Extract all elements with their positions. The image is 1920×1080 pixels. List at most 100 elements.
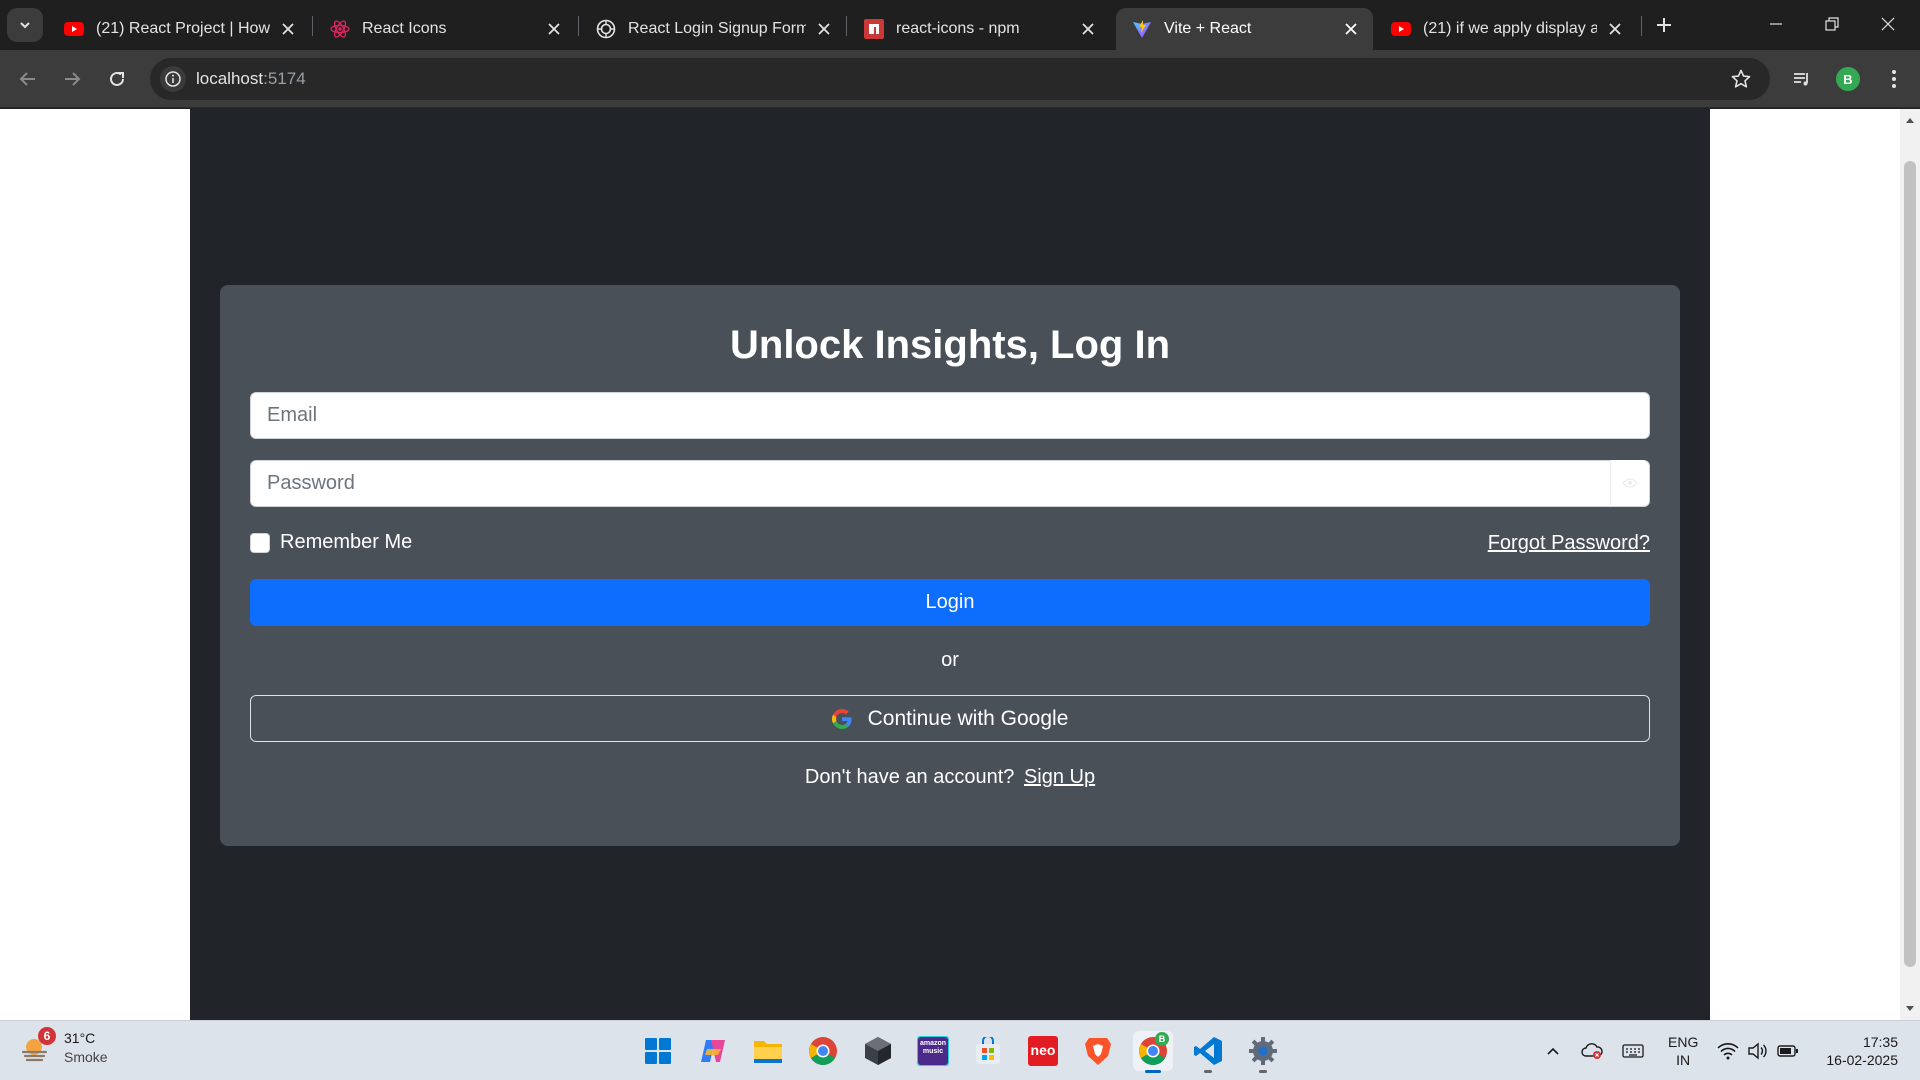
scroll-down-button[interactable] — [1900, 1000, 1920, 1018]
copilot-button[interactable] — [693, 1031, 733, 1071]
onedrive-tray-button[interactable] — [1580, 1039, 1604, 1063]
media-control-button[interactable] — [1788, 65, 1816, 93]
neo-app-button[interactable]: neo — [1023, 1031, 1063, 1071]
copilot-icon — [701, 1040, 725, 1062]
url-port: :5174 — [263, 69, 306, 88]
temperature: 31°C — [64, 1030, 96, 1046]
running-indicator — [1259, 1070, 1267, 1073]
vscode-button[interactable] — [1188, 1031, 1228, 1073]
brave-icon — [1085, 1038, 1111, 1065]
volume-button[interactable] — [1746, 1039, 1770, 1063]
vscode-icon — [1194, 1037, 1222, 1065]
remember-me[interactable]: Remember Me — [250, 531, 412, 554]
settings-button[interactable] — [1243, 1031, 1283, 1073]
close-tab-icon[interactable] — [1341, 19, 1361, 39]
browser-tab-react-icons[interactable]: React Icons — [314, 8, 576, 50]
tab-separator — [1641, 16, 1642, 36]
start-button[interactable] — [638, 1031, 678, 1071]
close-tab-icon[interactable] — [814, 19, 834, 39]
restore-icon — [1825, 17, 1839, 31]
new-tab-button[interactable] — [1650, 11, 1678, 39]
battery-icon — [1777, 1045, 1798, 1057]
weather-alert-badge: 6 — [38, 1027, 56, 1045]
bookmark-star-button[interactable] — [1730, 68, 1752, 90]
login-button[interactable]: Login — [250, 579, 1650, 626]
browser-tab-react-login-form[interactable]: React Login Signup Form — [580, 8, 846, 50]
microsoft-store-button[interactable] — [968, 1031, 1008, 1071]
browser-tab-vite-react[interactable]: Vite + React — [1116, 8, 1373, 50]
password-visibility-toggle[interactable] — [1610, 460, 1648, 505]
signup-row: Don't have an account? Sign Up — [220, 766, 1680, 789]
speaker-icon — [1748, 1042, 1767, 1060]
email-field[interactable] — [250, 392, 1650, 439]
youtube-icon — [64, 19, 84, 39]
browser-viewport: Unlock Insights, Log In Remember Me Forg… — [0, 109, 1920, 1020]
brave-button[interactable] — [1078, 1031, 1118, 1071]
google-login-label: Continue with Google — [867, 706, 1069, 730]
address-bar[interactable]: localhost:5174 — [150, 58, 1770, 100]
signup-link[interactable]: Sign Up — [1024, 766, 1095, 788]
playlist-icon — [1794, 73, 1808, 86]
windows-taskbar: 6 31°C Smoke amazon music neo B ENG IN 1… — [0, 1020, 1920, 1080]
weather-condition: Smoke — [64, 1049, 108, 1065]
tab-title: React Icons — [362, 20, 447, 37]
weather-widget[interactable]: 6 31°C Smoke — [20, 1027, 108, 1067]
reload-icon — [110, 71, 124, 86]
touch-keyboard-button[interactable] — [1621, 1039, 1645, 1063]
browser-menu-button[interactable] — [1880, 65, 1908, 93]
password-field[interactable] — [250, 460, 1650, 507]
chevron-down-icon — [20, 22, 30, 29]
language-region: IN — [1676, 1052, 1691, 1068]
login-card: Unlock Insights, Log In Remember Me Forg… — [220, 285, 1680, 846]
arrow-down-icon — [1906, 1006, 1914, 1011]
scrollbar-thumb[interactable] — [1904, 161, 1916, 967]
profile-button[interactable]: B — [1834, 65, 1862, 93]
forgot-password-link[interactable]: Forgot Password? — [1488, 532, 1650, 555]
chrome-button[interactable] — [803, 1031, 843, 1071]
clock-time: 17:35 — [1862, 1034, 1898, 1050]
close-window-button[interactable] — [1860, 0, 1916, 48]
file-explorer-icon — [754, 1041, 782, 1063]
browser-tab-react-icons-npm[interactable]: react-icons - npm — [848, 8, 1110, 50]
close-tab-icon[interactable] — [1605, 19, 1625, 39]
file-explorer-button[interactable] — [748, 1031, 788, 1071]
forward-button[interactable] — [54, 61, 90, 97]
running-indicator — [1204, 1070, 1212, 1073]
scroll-up-button[interactable] — [1900, 111, 1920, 129]
neo-label: neo — [1030, 1042, 1056, 1058]
arrow-right-icon — [65, 72, 81, 86]
chrome-profile-badge: B — [1155, 1032, 1169, 1046]
google-login-button[interactable]: Continue with Google — [250, 695, 1650, 742]
browser-toolbar: localhost:5174 B — [0, 50, 1920, 108]
site-info-button[interactable] — [160, 66, 186, 92]
language-indicator[interactable]: ENG IN — [1668, 1033, 1698, 1069]
star-icon — [1731, 69, 1751, 88]
browser-tab-youtube-display[interactable]: (21) if we apply display as — [1375, 8, 1637, 50]
tab-title: (21) if we apply display as — [1423, 20, 1597, 37]
keyboard-icon — [1622, 1044, 1644, 1058]
amazon-music-button[interactable]: amazon music — [913, 1031, 953, 1071]
close-tab-icon[interactable] — [278, 19, 298, 39]
page-scrollbar[interactable] — [1900, 109, 1920, 1020]
plus-icon — [1657, 18, 1671, 32]
back-button[interactable] — [10, 61, 46, 97]
reload-button[interactable] — [99, 61, 135, 97]
network-button[interactable] — [1716, 1039, 1740, 1063]
eye-icon — [1621, 477, 1638, 488]
avatar: B — [1836, 67, 1860, 91]
remember-me-checkbox[interactable] — [250, 532, 270, 553]
tab-search-button[interactable] — [7, 8, 43, 42]
chatgpt-icon — [596, 19, 616, 39]
restore-button[interactable] — [1804, 0, 1860, 48]
taskbar-app-button[interactable] — [858, 1031, 898, 1071]
vite-icon — [1132, 19, 1152, 39]
cloud-error-icon — [1581, 1043, 1603, 1059]
show-hidden-icons-button[interactable] — [1541, 1039, 1565, 1063]
battery-button[interactable] — [1776, 1039, 1800, 1063]
system-clock[interactable]: 17:35 16-02-2025 — [1810, 1033, 1898, 1069]
close-tab-icon[interactable] — [544, 19, 564, 39]
browser-tab-youtube-react-project[interactable]: (21) React Project | How to — [48, 8, 310, 50]
chrome-profile-button[interactable]: B — [1133, 1031, 1173, 1073]
close-tab-icon[interactable] — [1078, 19, 1098, 39]
minimize-button[interactable] — [1748, 0, 1804, 48]
